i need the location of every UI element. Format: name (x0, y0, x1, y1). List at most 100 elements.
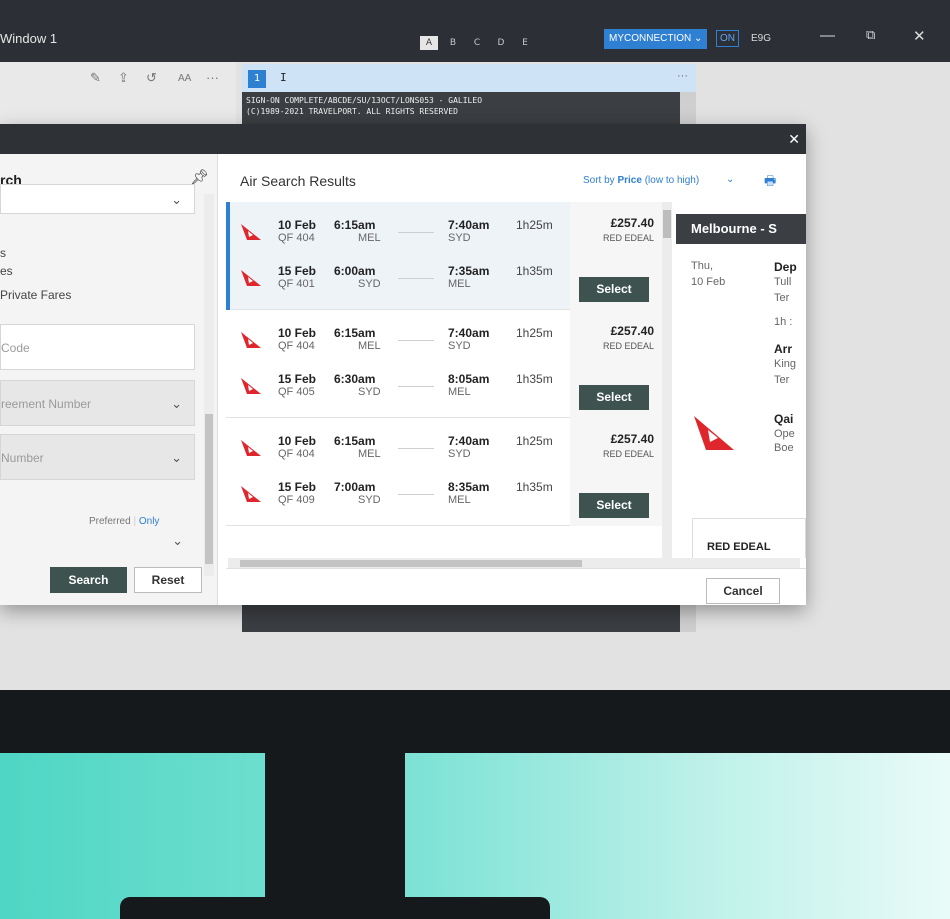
departure-airport: SYD (358, 494, 381, 506)
search-button[interactable]: Search (50, 567, 127, 593)
fare-brand: RED EDEAL (602, 341, 654, 351)
select-button[interactable]: Select (579, 277, 649, 302)
chevron-down-icon[interactable]: ⌄ (726, 174, 734, 185)
sort-prefix: Sort by (583, 175, 615, 186)
edit-icon[interactable]: ✎ (90, 70, 101, 86)
search-form: rch 📌︎ ⌄ s es Private Fares Code reement… (0, 154, 218, 605)
detail-arrival-terminal: Ter (774, 374, 790, 386)
flight-duration: 1h35m (516, 372, 553, 386)
flight-segment-inbound: 15 Feb QF 401 6:00am SYD 7:35am MEL 1h35m (226, 260, 570, 302)
qantas-logo-icon (694, 416, 734, 450)
desk-background (0, 753, 950, 919)
history-icon[interactable]: ↺ (146, 70, 157, 86)
flight-result-row[interactable]: 10 Feb QF 404 6:15am MEL 7:40am SYD 1h25m 15 Fe… (226, 418, 662, 526)
departure-airport: MEL (358, 340, 381, 352)
session-tab-c[interactable]: C (468, 36, 486, 50)
flight-segment-inbound: 15 Feb QF 405 6:30am SYD 8:05am MEL 1h35m (226, 368, 570, 410)
departure-time: 6:00am (334, 264, 376, 278)
air-search-results: Air Search Results Sort by Price (low to… (226, 154, 806, 605)
detail-arrival-label: Arr (774, 342, 793, 356)
air-search-modal: ✕ rch 📌︎ ⌄ s es Private Fares Code reeme… (0, 124, 806, 605)
text-size-icon[interactable]: AA (178, 73, 191, 84)
results-scrollbar[interactable] (662, 202, 672, 558)
chevron-down-icon: ⌄ (694, 33, 703, 44)
qantas-tail-icon (241, 440, 261, 456)
departure-airport: MEL (358, 232, 381, 244)
preferred-option[interactable]: Preferred (89, 516, 131, 527)
private-fares-option[interactable]: Private Fares (0, 288, 71, 302)
select-field[interactable]: ⌄ (0, 184, 195, 214)
detail-departure-airport: Tull (774, 276, 792, 288)
flight-duration: 1h25m (516, 434, 553, 448)
flight-date: 15 Feb (278, 372, 317, 386)
arrival-airport: MEL (448, 278, 471, 290)
flight-date: 10 Feb (278, 218, 317, 232)
connection-dropdown[interactable]: MYCONNECTION ⌄ (604, 29, 708, 49)
results-horizontal-scrollbar-thumb[interactable] (240, 560, 582, 567)
arrival-time: 7:40am (448, 326, 490, 340)
minimize-icon[interactable]: — (820, 27, 835, 44)
more-icon[interactable]: ··· (677, 70, 688, 82)
session-tab-e[interactable]: E (516, 36, 534, 50)
connection-status-badge[interactable]: ON (716, 30, 739, 47)
arrival-airport: SYD (448, 448, 471, 460)
form-scrollbar-thumb[interactable] (205, 414, 213, 564)
fare-brand: RED EDEAL (602, 233, 654, 243)
detail-arrival-airport: King (774, 358, 797, 370)
close-icon[interactable]: ✕ (788, 132, 800, 146)
select-button[interactable]: Select (579, 493, 649, 518)
connector-line (398, 386, 434, 387)
flight-number: QF 405 (278, 386, 315, 398)
sort-dropdown[interactable]: Sort by Price (low to high) (583, 175, 699, 186)
fare-brand-box[interactable]: RED EDEAL (692, 518, 806, 558)
results-scrollbar-thumb[interactable] (663, 210, 671, 238)
flight-segment-inbound: 15 Feb QF 409 7:00am SYD 8:35am MEL 1h35m (226, 476, 570, 518)
carrier-select[interactable]: ⌄ (0, 528, 195, 556)
share-icon[interactable]: ⇪ (118, 70, 129, 86)
flight-number: QF 404 (278, 232, 315, 244)
fare-price: £257.40 (610, 432, 654, 446)
session-tab-d[interactable]: D (492, 36, 510, 50)
select-button[interactable]: Select (579, 385, 649, 410)
terminal-line: SIGN-ON COMPLETE/ABCDE/SU/13OCT/LONS053 … (246, 96, 483, 105)
flight-result-row[interactable]: 10 Feb QF 404 6:15am MEL 7:40am SYD 1h25m 15 Fe… (226, 310, 662, 418)
reset-button[interactable]: Reset (134, 567, 202, 593)
search-option[interactable]: es (0, 264, 13, 278)
terminal-number[interactable]: 1 (248, 70, 266, 88)
price-column: £257.40 RED EDEAL Select (570, 310, 662, 418)
pcc-code: E9G (751, 33, 772, 44)
window-titlebar: Window 1 A B C D E MYCONNECTION ⌄ ON E9G… (0, 0, 950, 62)
connector-line (398, 494, 434, 495)
terminal-line: (C)1989-2021 TRAVELPORT. ALL RIGHTS RESE… (246, 107, 458, 116)
agreement-number-select[interactable]: reement Number ⌄ (0, 380, 195, 426)
search-option[interactable]: s (0, 246, 6, 260)
connection-label: MYCONNECTION (609, 33, 692, 44)
code-input[interactable]: Code (0, 324, 195, 370)
arrival-airport: SYD (448, 340, 471, 352)
chevron-down-icon: ⌄ (171, 396, 182, 411)
number-select[interactable]: Number ⌄ (0, 434, 195, 480)
sort-key: Price (617, 175, 642, 186)
connector-line (398, 232, 434, 233)
only-option[interactable]: Only (139, 516, 160, 527)
flight-result-row[interactable]: 10 Feb QF 404 6:15am MEL 7:40am SYD 1h25m 15 Fe… (226, 202, 662, 310)
departure-time: 6:15am (334, 218, 376, 232)
restore-icon[interactable]: ⧉ (866, 27, 875, 43)
number-placeholder: Number (1, 451, 44, 465)
detail-date: 10 Feb (691, 276, 726, 288)
close-icon[interactable]: ✕ (913, 27, 926, 45)
qantas-tail-icon (241, 332, 261, 348)
session-tab-a[interactable]: A (420, 36, 438, 50)
chevron-down-icon: ⌄ (171, 450, 182, 465)
flight-number: QF 404 (278, 340, 315, 352)
session-tab-b[interactable]: B (444, 36, 462, 50)
print-icon[interactable]: 🖶︎ (764, 172, 776, 194)
departure-time: 7:00am (334, 480, 376, 494)
workspace-toolbar: ✎ ⇪ ↺ AA ··· (0, 62, 236, 132)
qantas-tail-icon (241, 378, 261, 394)
cancel-button[interactable]: Cancel (706, 578, 780, 604)
price-column: £257.40 RED EDEAL Select (570, 418, 662, 526)
results-footer: Cancel (226, 568, 806, 605)
more-icon[interactable]: ··· (206, 70, 219, 85)
fare-price: £257.40 (610, 216, 654, 230)
